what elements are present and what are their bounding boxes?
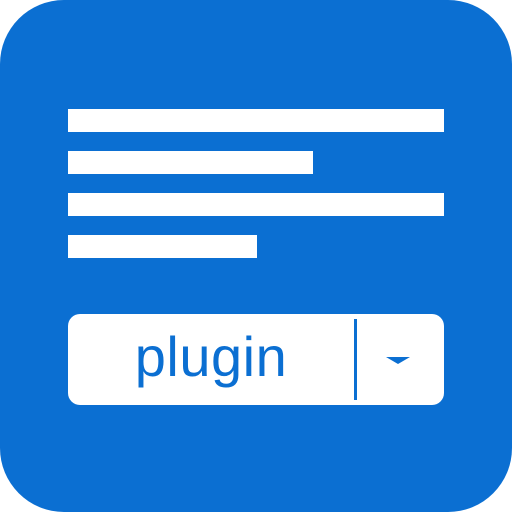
text-line-1 xyxy=(68,109,444,132)
text-line-3 xyxy=(68,193,444,216)
plugin-app-icon: plugin xyxy=(0,0,512,512)
plugin-dropdown[interactable]: plugin xyxy=(68,314,444,405)
chevron-down-icon[interactable] xyxy=(386,357,410,364)
dropdown-selected-value: plugin xyxy=(134,325,288,388)
text-line-2 xyxy=(68,151,313,174)
text-line-4 xyxy=(68,235,257,258)
dropdown-divider xyxy=(354,319,357,400)
